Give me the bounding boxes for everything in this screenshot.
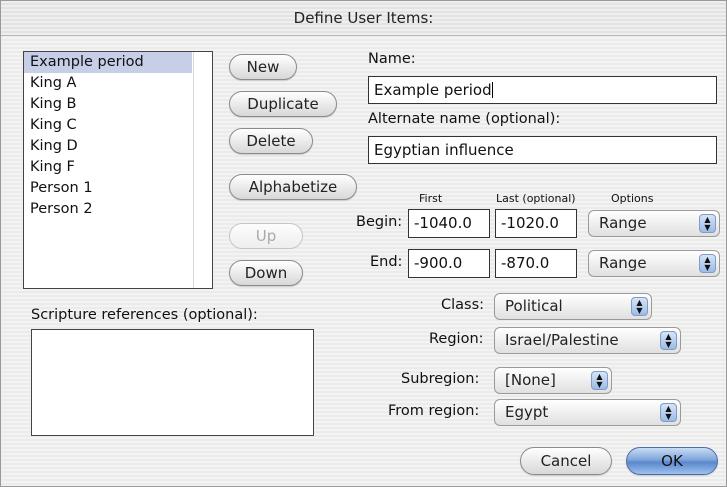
- options-column-header: Options: [611, 192, 654, 205]
- updown-arrows-icon: ▲ ▼: [660, 331, 677, 350]
- region-label: Region:: [429, 331, 484, 347]
- scripture-references-field[interactable]: [31, 329, 314, 436]
- name-field[interactable]: Example period: [368, 76, 717, 104]
- delete-button[interactable]: Delete: [229, 128, 313, 154]
- end-label: End:: [370, 254, 403, 270]
- user-items-list[interactable]: Example period King A King B King C King…: [23, 51, 213, 289]
- class-popup[interactable]: Political ▲ ▼: [494, 293, 652, 320]
- last-column-header: Last (optional): [496, 192, 576, 205]
- list-item[interactable]: King B: [24, 94, 192, 115]
- begin-options-popup[interactable]: Range ▲ ▼: [588, 210, 720, 237]
- list-item[interactable]: Example period: [24, 52, 192, 73]
- class-value: Political: [505, 297, 563, 315]
- define-user-items-dialog: Define User Items: Example period King A…: [0, 0, 727, 487]
- list-item[interactable]: King C: [24, 115, 192, 136]
- ok-button[interactable]: OK: [626, 447, 718, 475]
- begin-label: Begin:: [356, 214, 403, 230]
- down-button[interactable]: Down: [229, 260, 303, 286]
- end-last-field[interactable]: -870.0: [495, 249, 577, 278]
- updown-arrows-icon: ▲ ▼: [699, 254, 716, 273]
- end-options-popup[interactable]: Range ▲ ▼: [588, 250, 720, 277]
- updown-arrows-icon: ▲ ▼: [631, 297, 648, 316]
- region-value: Israel/Palestine: [505, 331, 619, 349]
- list-item[interactable]: King A: [24, 73, 192, 94]
- name-value: Example period: [374, 81, 492, 99]
- window-title: Define User Items:: [1, 1, 726, 36]
- updown-arrows-icon: ▲ ▼: [660, 403, 677, 422]
- end-option-value: Range: [599, 254, 647, 272]
- alphabetize-button[interactable]: Alphabetize: [229, 174, 357, 200]
- text-caret: [491, 82, 493, 98]
- updown-arrows-icon: ▲ ▼: [699, 214, 716, 233]
- begin-last-field[interactable]: -1020.0: [495, 209, 577, 238]
- list-item[interactable]: King D: [24, 136, 192, 157]
- name-label: Name:: [368, 51, 416, 67]
- cancel-button[interactable]: Cancel: [520, 447, 612, 475]
- subregion-value: [None]: [505, 371, 556, 389]
- list-scrollbar[interactable]: [193, 52, 212, 288]
- subregion-label: Subregion:: [401, 371, 480, 387]
- begin-first-field[interactable]: -1040.0: [408, 209, 490, 238]
- alternate-name-field[interactable]: Egyptian influence: [368, 136, 717, 164]
- end-first-field[interactable]: -900.0: [408, 249, 490, 278]
- subregion-popup[interactable]: [None] ▲ ▼: [494, 367, 612, 394]
- list-item[interactable]: Person 2: [24, 199, 192, 220]
- up-button[interactable]: Up: [229, 223, 303, 249]
- region-popup[interactable]: Israel/Palestine ▲ ▼: [494, 327, 681, 354]
- from-region-value: Egypt: [505, 403, 549, 421]
- updown-arrows-icon: ▲ ▼: [591, 371, 608, 390]
- from-region-popup[interactable]: Egypt ▲ ▼: [494, 399, 681, 426]
- from-region-label: From region:: [388, 403, 480, 419]
- class-label: Class:: [441, 297, 485, 313]
- scripture-references-label: Scripture references (optional):: [31, 307, 258, 323]
- alternate-name-label: Alternate name (optional):: [368, 111, 561, 127]
- begin-option-value: Range: [599, 214, 647, 232]
- list-item[interactable]: King F: [24, 157, 192, 178]
- new-button[interactable]: New: [229, 54, 297, 80]
- list-item[interactable]: Person 1: [24, 178, 192, 199]
- first-column-header: First: [419, 192, 443, 205]
- duplicate-button[interactable]: Duplicate: [229, 91, 337, 117]
